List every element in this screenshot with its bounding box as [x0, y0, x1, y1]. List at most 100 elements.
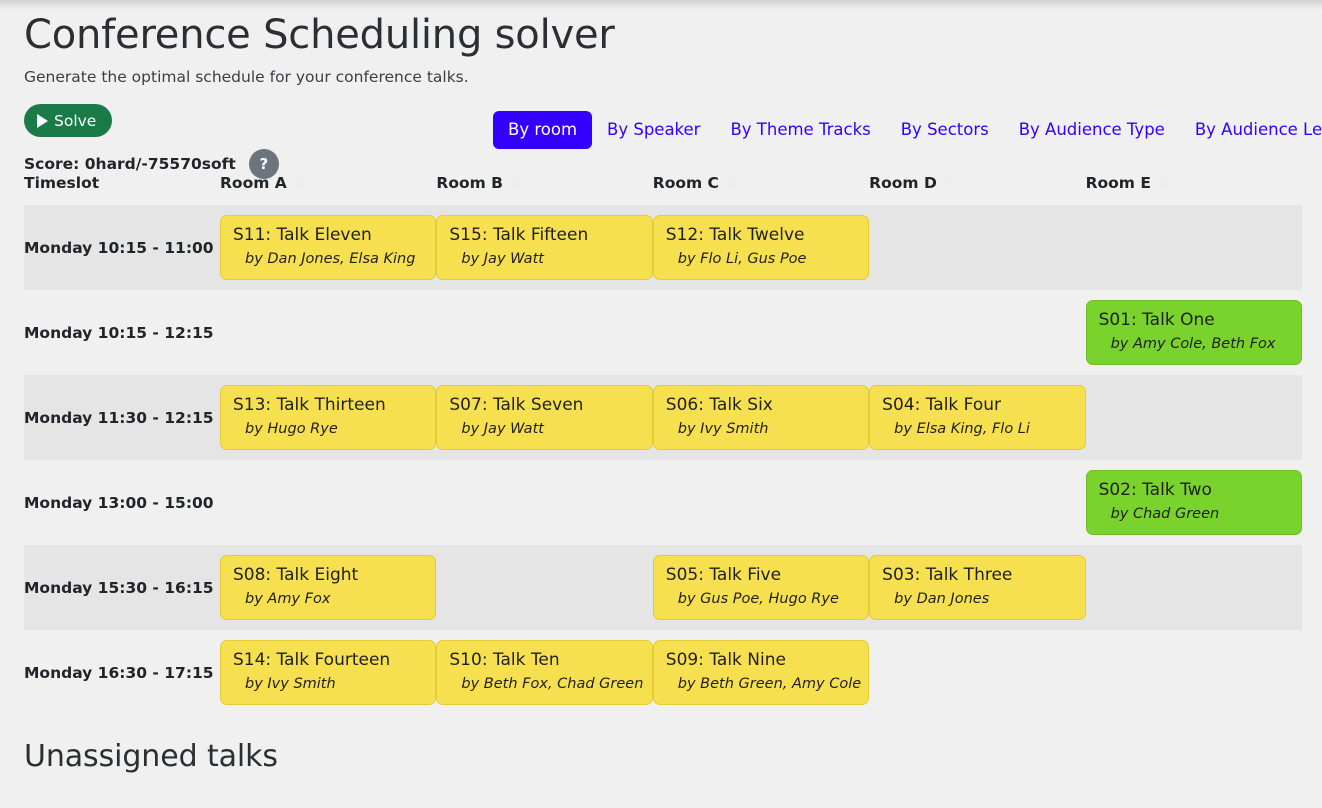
- tab-by-speaker[interactable]: By Speaker: [592, 111, 715, 149]
- schedule-row: Monday 11:30 - 12:15 S13: Talk Thirteen by…: [24, 375, 1302, 460]
- talk-title: S08: Talk Eight: [233, 565, 359, 586]
- room-slot-cell: S08: Talk Eight by Amy Fox: [220, 545, 437, 630]
- talk-speakers: by Jay Watt: [461, 250, 544, 267]
- talk-card[interactable]: S08: Talk Eight by Amy Fox: [220, 555, 437, 620]
- room-slot-cell: S14: Talk Fourteen by Ivy Smith: [220, 630, 437, 715]
- schedule-table-body: Monday 10:15 - 11:00 S11: Talk Eleven by D…: [24, 205, 1302, 715]
- room-slot-cell: S12: Talk Twelve by Flo Li, Gus Poe: [652, 205, 870, 290]
- tab-by-audience-level[interactable]: By Audience Level: [1180, 111, 1322, 149]
- talk-card[interactable]: S12: Talk Twelve by Flo Li, Gus Poe: [652, 215, 870, 280]
- talk-speakers: by Beth Green, Amy Cole: [677, 675, 862, 692]
- room-slot-cell: [652, 460, 870, 545]
- room-slot-cell: [436, 290, 653, 375]
- talk-title: S11: Talk Eleven: [233, 225, 372, 246]
- talk-card[interactable]: S11: Talk Eleven by Dan Jones, Elsa King: [220, 215, 437, 280]
- room-slot-cell: [652, 290, 870, 375]
- talk-card[interactable]: S13: Talk Thirteen by Hugo Rye: [220, 385, 437, 450]
- timeslot-cell: Monday 10:15 - 12:15: [24, 290, 220, 375]
- timeslot-cell: Monday 11:30 - 12:15: [24, 375, 220, 460]
- talk-title: S04: Talk Four: [882, 395, 1002, 416]
- play-icon: [37, 113, 48, 128]
- room-color-dot-icon: [726, 177, 738, 189]
- schedule-row: Monday 15:30 - 16:15 S08: Talk Eight by Am…: [24, 545, 1302, 630]
- column-header-label: Room E: [1085, 174, 1151, 192]
- talk-title: S01: Talk One: [1098, 310, 1215, 331]
- page-subtitle: Generate the optimal schedule for your c…: [24, 68, 469, 86]
- talk-speakers: by Dan Jones: [894, 590, 990, 607]
- column-header-room-d: Room D: [869, 174, 1085, 205]
- room-slot-cell: S13: Talk Thirteen by Hugo Rye: [220, 375, 437, 460]
- talk-title: S10: Talk Ten: [449, 650, 560, 671]
- talk-speakers: by Jay Watt: [461, 420, 544, 437]
- talk-speakers: by Dan Jones, Elsa King: [245, 250, 416, 267]
- tab-by-room[interactable]: By room: [493, 111, 593, 149]
- tab-by-theme-tracks[interactable]: By Theme Tracks: [715, 111, 885, 149]
- view-tabs: By room By Speaker By Theme Tracks By Se…: [493, 111, 1322, 149]
- page-container: Conference Scheduling solver Generate th…: [0, 0, 1322, 774]
- room-slot-cell: [1085, 375, 1302, 460]
- room-color-dot-icon: [1158, 177, 1170, 189]
- talk-speakers: by Hugo Rye: [245, 420, 338, 437]
- column-header-label: Room B: [436, 174, 503, 192]
- schedule-row: Monday 10:15 - 12:15 S01: Talk One by Amy …: [24, 290, 1302, 375]
- room-slot-cell: S07: Talk Seven by Jay Watt: [436, 375, 653, 460]
- room-slot-cell: S11: Talk Eleven by Dan Jones, Elsa King: [220, 205, 437, 290]
- schedule-row: Monday 10:15 - 11:00 S11: Talk Eleven by D…: [24, 205, 1302, 290]
- tab-by-audience-type[interactable]: By Audience Type: [1004, 111, 1180, 149]
- talk-card[interactable]: S04: Talk Four by Elsa King, Flo Li: [869, 385, 1086, 450]
- room-slot-cell: [1085, 205, 1302, 290]
- column-header-label: Room C: [652, 174, 719, 192]
- talk-card[interactable]: S01: Talk One by Amy Cole, Beth Fox: [1085, 300, 1302, 365]
- solve-button[interactable]: Solve: [24, 104, 113, 137]
- room-slot-cell: [869, 290, 1086, 375]
- column-header-room-b: Room B: [436, 174, 652, 205]
- talk-title: S13: Talk Thirteen: [233, 395, 386, 416]
- talk-card[interactable]: S05: Talk Five by Gus Poe, Hugo Rye: [652, 555, 870, 620]
- room-slot-cell: [1085, 545, 1302, 630]
- room-slot-cell: S05: Talk Five by Gus Poe, Hugo Rye: [652, 545, 870, 630]
- talk-title: S06: Talk Six: [665, 395, 773, 416]
- talk-card[interactable]: S10: Talk Ten by Beth Fox, Chad Green: [436, 640, 653, 705]
- talk-title: S15: Talk Fifteen: [449, 225, 589, 246]
- talk-card[interactable]: S07: Talk Seven by Jay Watt: [436, 385, 653, 450]
- talk-speakers: by Amy Fox: [245, 590, 331, 607]
- column-header-room-e: Room E: [1086, 174, 1302, 205]
- unassigned-talks-heading: Unassigned talks: [24, 739, 278, 774]
- talk-speakers: by Ivy Smith: [677, 420, 769, 437]
- talk-card[interactable]: S09: Talk Nine by Beth Green, Amy Cole: [652, 640, 870, 705]
- solve-button-label: Solve: [54, 111, 97, 130]
- room-slot-cell: [869, 460, 1086, 545]
- room-slot-cell: S01: Talk One by Amy Cole, Beth Fox: [1085, 290, 1302, 375]
- talk-title: S03: Talk Three: [882, 565, 1013, 586]
- timeslot-cell: Monday 13:00 - 15:00: [24, 460, 220, 545]
- talk-card[interactable]: S06: Talk Six by Ivy Smith: [652, 385, 870, 450]
- talk-title: S02: Talk Two: [1098, 480, 1212, 501]
- timeslot-cell: Monday 10:15 - 11:00: [24, 205, 220, 290]
- room-color-dot-icon: [511, 177, 522, 189]
- room-slot-cell: [220, 460, 437, 545]
- talk-title: S12: Talk Twelve: [665, 225, 805, 246]
- room-slot-cell: [436, 545, 653, 630]
- column-header-room-c: Room C: [653, 174, 869, 205]
- room-slot-cell: S04: Talk Four by Elsa King, Flo Li: [869, 375, 1086, 460]
- timeslot-cell: Monday 15:30 - 16:15: [24, 545, 220, 630]
- room-color-dot-icon: [294, 177, 306, 189]
- room-slot-cell: [869, 630, 1086, 715]
- room-slot-cell: [436, 460, 653, 545]
- talk-card[interactable]: S14: Talk Fourteen by Ivy Smith: [220, 640, 437, 705]
- help-icon[interactable]: ?: [248, 149, 279, 179]
- talk-card[interactable]: S02: Talk Two by Chad Green: [1085, 470, 1302, 535]
- talk-title: S09: Talk Nine: [665, 650, 786, 671]
- talk-card[interactable]: S03: Talk Three by Dan Jones: [869, 555, 1086, 620]
- talk-title: S14: Talk Fourteen: [233, 650, 391, 671]
- talk-card[interactable]: S15: Talk Fifteen by Jay Watt: [436, 215, 653, 280]
- action-row: Solve Score: 0hard/-75570soft ? By room …: [24, 104, 1322, 179]
- score-row: Score: 0hard/-75570soft ?: [24, 149, 279, 179]
- room-color-dot-icon: [944, 177, 956, 189]
- talk-speakers: by Ivy Smith: [245, 675, 336, 692]
- room-slot-cell: [220, 290, 437, 375]
- room-slot-cell: S02: Talk Two by Chad Green: [1085, 460, 1302, 545]
- talk-speakers: by Flo Li, Gus Poe: [677, 250, 807, 267]
- tab-by-sectors[interactable]: By Sectors: [886, 111, 1004, 149]
- talk-speakers: by Gus Poe, Hugo Rye: [677, 590, 839, 607]
